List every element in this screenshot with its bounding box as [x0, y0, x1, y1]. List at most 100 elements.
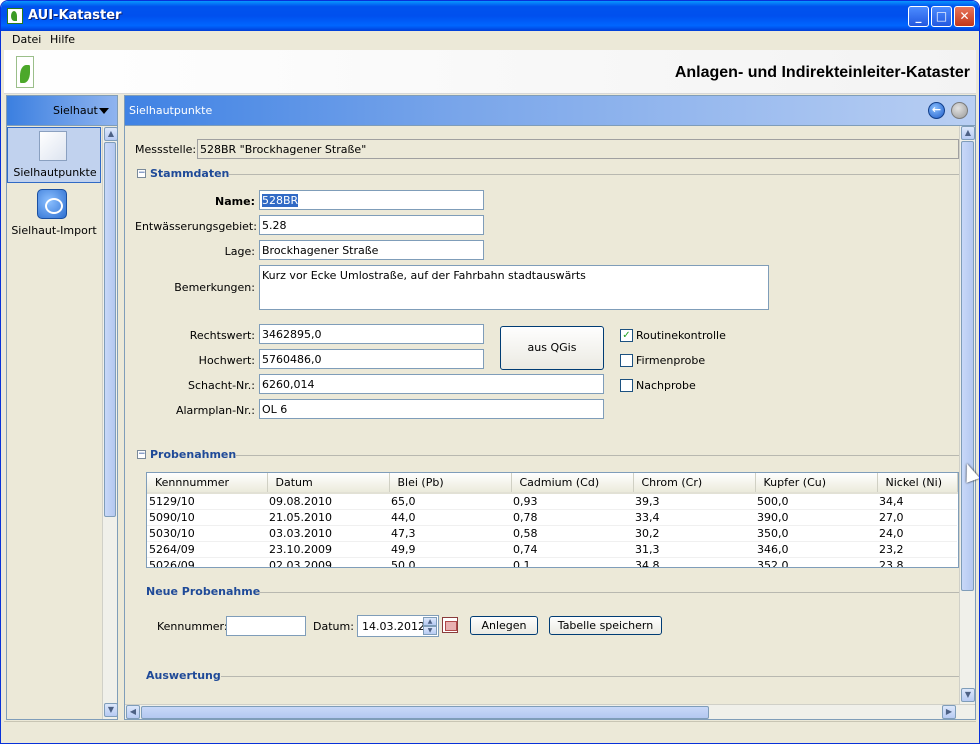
- bemerkungen-field[interactable]: Kurz vor Ecke Umlostraße, auf der Fahrba…: [259, 265, 769, 310]
- spinner-up-icon[interactable]: ▲: [423, 617, 437, 626]
- table-row[interactable]: 5030/10 03.03.2010 47,3 0,58 30,2 350,0 24,0: [147, 525, 957, 542]
- app-icon: [7, 8, 23, 24]
- panel-hscrollbar[interactable]: ◀ ▶: [125, 704, 975, 719]
- close-button[interactable]: ✕: [954, 6, 975, 27]
- section-divider: [221, 676, 959, 677]
- chevron-down-icon[interactable]: [99, 108, 109, 114]
- spinner-down-icon[interactable]: ▼: [423, 626, 437, 635]
- table-cell: 5026/09: [147, 557, 267, 567]
- column-header[interactable]: Kupfer (Cu): [755, 473, 878, 494]
- scroll-right-icon[interactable]: ▶: [942, 705, 956, 719]
- table-cell: 5030/10: [147, 525, 267, 542]
- scroll-up-icon[interactable]: ▲: [961, 126, 975, 140]
- section-title-auswertung: Auswertung: [146, 669, 221, 682]
- qgis-button[interactable]: aus QGis: [500, 326, 604, 370]
- sidebar-item-sielhaut-import[interactable]: Sielhaut-Import: [7, 186, 101, 242]
- logo-icon: [16, 56, 34, 88]
- main-panel: Sielhautpunkte ← Messstelle: 528BR "Broc…: [124, 95, 976, 720]
- anlegen-button[interactable]: Anlegen: [470, 616, 538, 635]
- table-cell: 33,4: [633, 509, 755, 526]
- kennummer-label: Kennummer:: [157, 620, 228, 633]
- gebiet-field[interactable]: 5.28: [259, 215, 484, 235]
- table-cell: 5090/10: [147, 509, 267, 526]
- table-row[interactable]: 5026/09 02.03.2009 50,0 0,1 34,8 352,0 23,8: [147, 557, 957, 567]
- section-divider: [229, 174, 959, 175]
- sidebar-title: Sielhaut: [53, 104, 98, 117]
- table-row[interactable]: 5090/10 21.05.2010 44,0 0,78 33,4 390,0 27,0: [147, 509, 957, 526]
- scroll-down-icon[interactable]: ▼: [961, 688, 975, 702]
- scroll-thumb[interactable]: [961, 141, 974, 591]
- hochwert-label: Hochwert:: [198, 354, 255, 367]
- status-bar: [4, 721, 976, 741]
- table-row[interactable]: 5129/10 09.08.2010 65,0 0,93 39,3 500,0 34,4: [147, 493, 957, 510]
- alarmplan-field[interactable]: OL 6: [259, 399, 604, 419]
- column-header[interactable]: Kennnummer: [147, 473, 268, 494]
- routinekontrolle-checkbox[interactable]: ✓: [620, 329, 633, 342]
- panel-scrollbar[interactable]: ▲ ▼: [959, 126, 975, 704]
- lage-field[interactable]: Brockhagener Straße: [259, 240, 484, 260]
- firmenprobe-checkbox[interactable]: [620, 354, 633, 367]
- hscroll-thumb[interactable]: [141, 706, 709, 719]
- table-cell: 65,0: [389, 493, 511, 510]
- menu-datei[interactable]: Datei: [12, 33, 41, 46]
- tabelle-speichern-button[interactable]: Tabelle speichern: [549, 616, 662, 635]
- collapse-probenahmen-icon[interactable]: −: [137, 450, 146, 459]
- menu-hilfe[interactable]: Hilfe: [50, 33, 75, 46]
- table-cell: 5264/09: [147, 541, 267, 558]
- section-divider: [257, 592, 959, 593]
- bemerkungen-label: Bemerkungen:: [174, 281, 255, 294]
- schacht-label: Schacht-Nr.:: [188, 379, 255, 392]
- messstelle-field: 528BR "Brockhagener Straße": [197, 139, 959, 159]
- calendar-icon[interactable]: [442, 617, 458, 633]
- table-cell: 31,3: [633, 541, 755, 558]
- name-value: 528BR: [262, 194, 299, 207]
- column-header[interactable]: Datum: [267, 473, 390, 494]
- table-cell: 50,0: [389, 557, 511, 567]
- column-header[interactable]: Chrom (Cr): [633, 473, 756, 494]
- sidebar-item-label: Sielhaut-Import: [11, 224, 97, 237]
- sidebar-item-label: Sielhautpunkte: [13, 166, 97, 179]
- routinekontrolle-label: Routinekontrolle: [636, 329, 726, 342]
- probenahmen-table[interactable]: Kennnummer Datum Blei (Pb) Cadmium (Cd) …: [146, 472, 959, 568]
- section-title-stammdaten: Stammdaten: [150, 167, 230, 180]
- section-title-probenahmen: Probenahmen: [150, 448, 237, 461]
- scroll-thumb[interactable]: [104, 142, 116, 517]
- stop-icon[interactable]: [951, 102, 968, 119]
- sidebar-item-sielhautpunkte[interactable]: Sielhautpunkte: [7, 127, 101, 183]
- table-cell: 34,8: [633, 557, 755, 567]
- sidebar-scrollbar[interactable]: ▲ ▼: [102, 127, 118, 719]
- nachprobe-checkbox[interactable]: [620, 379, 633, 392]
- app-heading: Anlagen- und Indirekteinleiter-Kataster: [674, 64, 970, 81]
- rechtswert-label: Rechtswert:: [189, 329, 255, 342]
- column-header[interactable]: Blei (Pb): [389, 473, 512, 494]
- back-icon[interactable]: ←: [928, 102, 945, 119]
- import-icon: [37, 189, 67, 219]
- form-content: Messstelle: 528BR "Brockhagener Straße" …: [125, 126, 959, 704]
- table-cell: 39,3: [633, 493, 755, 510]
- document-icon: [39, 131, 67, 161]
- minimize-button[interactable]: _: [908, 6, 929, 27]
- app-window: AUI-Kataster _ □ ✕ Datei Hilfe Anlagen- …: [0, 0, 980, 744]
- kennummer-field[interactable]: [226, 616, 306, 636]
- table-cell: 0,1: [511, 557, 633, 567]
- collapse-stammdaten-icon[interactable]: −: [137, 169, 146, 178]
- gebiet-label: Entwässerungsgebiet:: [135, 220, 257, 233]
- scroll-down-icon[interactable]: ▼: [104, 703, 118, 717]
- column-header[interactable]: Cadmium (Cd): [511, 473, 634, 494]
- table-cell: 23,8: [877, 557, 957, 567]
- column-header[interactable]: Nickel (Ni): [877, 473, 958, 494]
- scroll-up-icon[interactable]: ▲: [104, 127, 118, 141]
- title-bar[interactable]: AUI-Kataster _ □ ✕: [1, 1, 979, 31]
- name-field[interactable]: 528BR: [259, 190, 484, 210]
- rechtswert-field[interactable]: 3462895,0: [259, 324, 484, 344]
- table-row[interactable]: 5264/09 23.10.2009 49,9 0,74 31,3 346,0 23,2: [147, 541, 957, 558]
- schacht-field[interactable]: 6260,014: [259, 374, 604, 394]
- maximize-button[interactable]: □: [931, 6, 952, 27]
- sidebar-header[interactable]: Sielhaut: [7, 96, 117, 126]
- scroll-left-icon[interactable]: ◀: [126, 705, 140, 719]
- sidebar: Sielhaut Sielhautpunkte Sielhaut-Import …: [6, 95, 118, 720]
- hochwert-field[interactable]: 5760486,0: [259, 349, 484, 369]
- datum-field[interactable]: 14.03.2012 ▲ ▼: [357, 615, 439, 637]
- name-label: Name:: [215, 195, 255, 208]
- nachprobe-label: Nachprobe: [636, 379, 696, 392]
